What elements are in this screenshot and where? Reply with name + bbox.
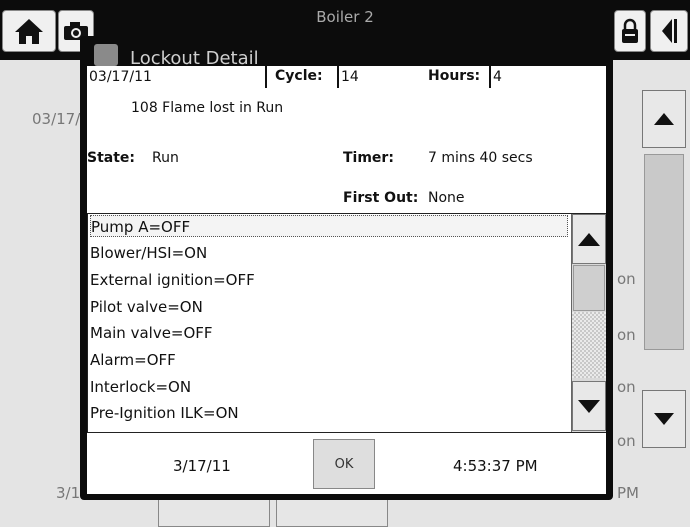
background-status-label: PM xyxy=(617,484,639,502)
background-scroll-up-button[interactable] xyxy=(642,90,686,148)
cycle-field: 14 xyxy=(337,66,387,88)
list-scroll-up-button[interactable] xyxy=(572,214,606,264)
list-item[interactable]: Pre-Ignition ILK=ON xyxy=(90,402,568,424)
back-button[interactable] xyxy=(650,10,688,52)
lock-button[interactable] xyxy=(614,10,646,52)
up-arrow-icon xyxy=(578,232,600,246)
list-item[interactable]: Pump A=OFF xyxy=(90,215,568,237)
background-status-label: on xyxy=(617,378,636,396)
background-status-label: on xyxy=(617,432,636,450)
cycle-label: Cycle: xyxy=(275,68,323,84)
background-scrollbar[interactable] xyxy=(642,90,686,470)
up-arrow-icon xyxy=(654,113,674,125)
background-scroll-thumb[interactable] xyxy=(644,154,684,350)
lockout-detail-dialog: Lockout Detail 03/17/11 Cycle: 14 Hours:… xyxy=(80,36,613,500)
list-scrollbar[interactable] xyxy=(571,214,606,432)
lockout-date-field: 03/17/11 xyxy=(87,66,267,88)
hours-field: 4 xyxy=(489,66,543,88)
home-button[interactable] xyxy=(2,10,56,52)
state-label: State: xyxy=(87,150,136,166)
footer-time: 4:53:37 PM xyxy=(453,457,538,475)
ok-button[interactable]: OK xyxy=(313,439,375,489)
hours-value: 4 xyxy=(493,69,502,85)
state-value: Run xyxy=(152,150,179,166)
hours-label: Hours: xyxy=(428,68,481,84)
list-scroll-track[interactable] xyxy=(572,312,606,378)
list-item[interactable]: Main valve=OFF xyxy=(90,322,568,344)
dialog-body: 03/17/11 Cycle: 14 Hours: 4 108 Flame lo… xyxy=(87,66,606,494)
home-icon xyxy=(15,19,43,44)
back-icon xyxy=(662,19,677,43)
list-item[interactable]: Pilot valve=ON xyxy=(90,296,568,318)
list-scroll-down-button[interactable] xyxy=(572,381,606,431)
down-arrow-icon xyxy=(654,413,674,425)
footer-date: 3/17/11 xyxy=(173,457,231,475)
list-item[interactable]: External ignition=OFF xyxy=(90,269,568,291)
lockout-date-value: 03/17/11 xyxy=(89,69,152,85)
window-title: Boiler 2 xyxy=(316,8,374,26)
timer-label: Timer: xyxy=(343,150,394,166)
list-scroll-thumb[interactable] xyxy=(573,265,605,311)
timer-value: 7 mins 40 secs xyxy=(428,150,533,166)
first-out-label: First Out: xyxy=(343,190,419,206)
list-item[interactable]: Blower/HSI=ON xyxy=(90,242,568,264)
list-item[interactable]: Interlock=ON xyxy=(90,376,568,398)
background-status-label: on xyxy=(617,326,636,344)
background-scroll-down-button[interactable] xyxy=(642,390,686,448)
cycle-value: 14 xyxy=(341,69,359,85)
first-out-value: None xyxy=(428,190,465,206)
dialog-icon xyxy=(94,44,118,66)
io-status-list[interactable]: Pump A=OFF Blower/HSI=ON External igniti… xyxy=(87,213,606,433)
background-status-label: on xyxy=(617,270,636,288)
lock-icon xyxy=(622,18,638,43)
list-item[interactable]: Alarm=OFF xyxy=(90,349,568,371)
lockout-message: 108 Flame lost in Run xyxy=(131,100,284,116)
down-arrow-icon xyxy=(578,399,600,413)
